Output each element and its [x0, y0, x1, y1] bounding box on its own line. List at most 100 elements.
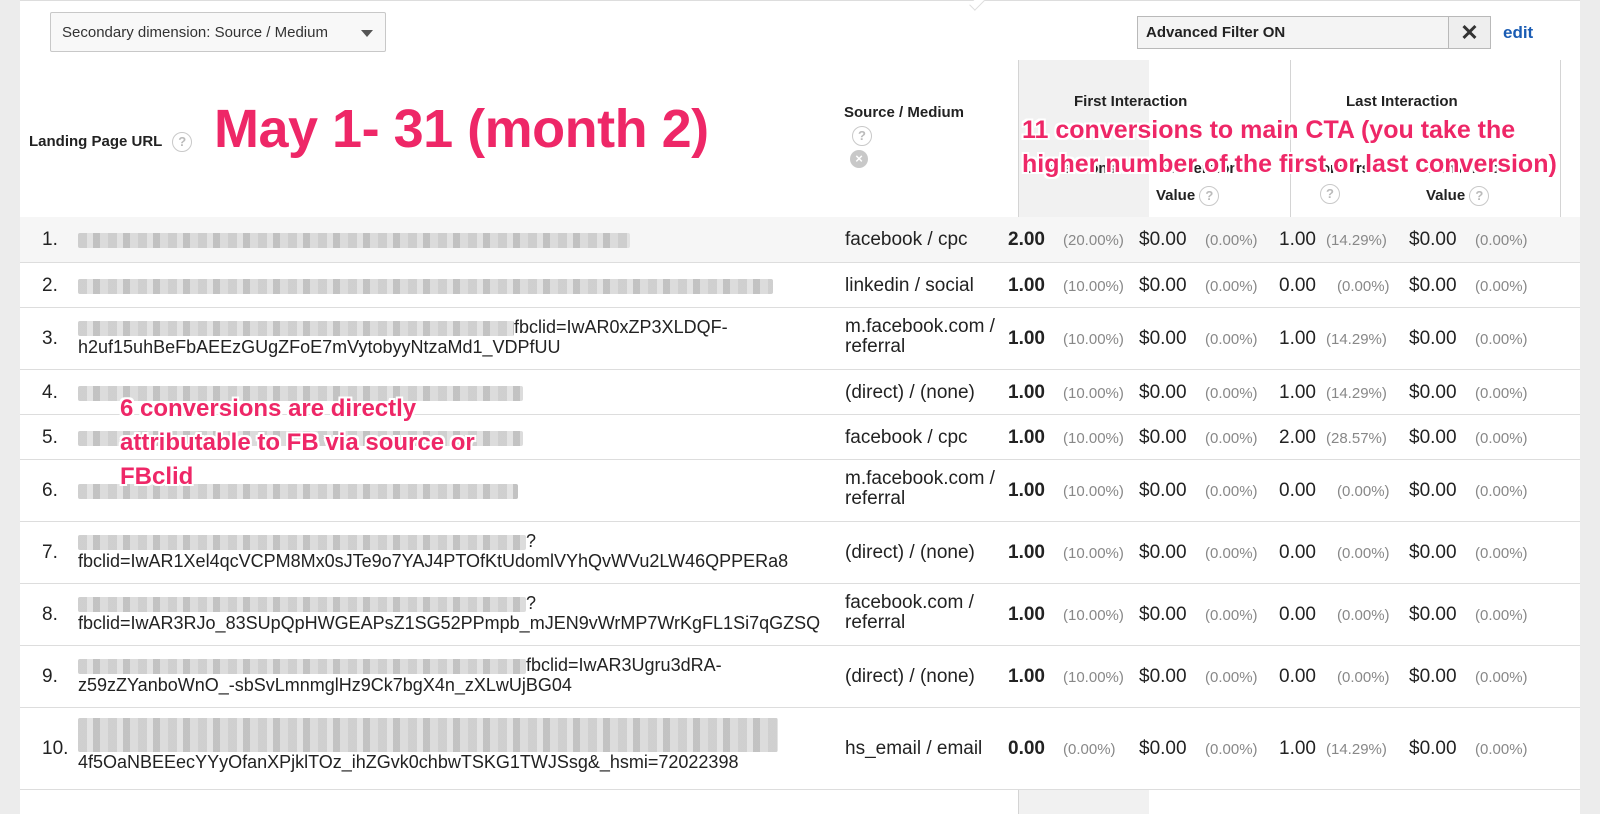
help-icon[interactable]: ? [1320, 184, 1340, 204]
source-medium[interactable]: (direct) / (none) [845, 382, 975, 404]
source-medium[interactable]: facebook.com / referral [845, 593, 1005, 633]
row-index: 3. [42, 328, 58, 349]
li-value: $0.00 [1409, 328, 1457, 349]
fi-conversions: 1.00 [1008, 480, 1045, 502]
landing-page-url[interactable]: fbclid=IwAR3Ugru3dRA- z59zZYanboWnO_-sbS… [78, 655, 722, 695]
fi-value-pct: (0.00%) [1205, 741, 1258, 758]
landing-page-url[interactable]: fbclid=IwAR0xZP3XLDQF- h2uf15uhBeFbAEEzG… [78, 317, 728, 357]
landing-page-url[interactable]: ? fbclid=IwAR1Xel4qcVCPM8Mx0sJTe9o7YAJ4P… [78, 531, 788, 571]
help-icon[interactable]: ? [1199, 186, 1220, 206]
fi-conversions-pct: (10.00%) [1063, 278, 1124, 295]
li-conversions-pct: (0.00%) [1337, 669, 1390, 686]
source-medium[interactable]: (direct) / (none) [845, 542, 975, 564]
redacted-url [78, 232, 630, 248]
table-row[interactable]: 2. linkedin / social 1.00 (10.00%) $0.00… [20, 263, 1580, 308]
redacted-url [78, 278, 773, 294]
li-value-pct: (0.00%) [1475, 483, 1528, 500]
first-interaction-header: First Interaction [1074, 93, 1188, 110]
fi-conversions: 2.00 [1008, 229, 1045, 251]
source-medium[interactable]: hs_email / email [845, 738, 982, 760]
clear-filter-button[interactable]: ✕ [1448, 16, 1491, 49]
landing-page-url[interactable]: 4f5OaNBEEecYYyOfanXPjklTOz_ihZGvk0chbwTS… [78, 718, 778, 772]
fi-conversions: 1.00 [1008, 604, 1045, 626]
source-medium[interactable]: facebook / cpc [845, 427, 968, 449]
source-medium[interactable]: m.facebook.com / referral [845, 469, 1005, 509]
li-value: $0.00 [1409, 229, 1457, 250]
landing-page-url[interactable]: ? fbclid=IwAR3RJo_83SUpQpHWGEAPsZ1SG52PP… [78, 593, 820, 633]
fi-conversions-value: 0.00 [1008, 738, 1045, 759]
fi-conversions-value: 1.00 [1008, 604, 1045, 625]
row-index: 9. [42, 666, 58, 687]
redacted-url [78, 534, 526, 550]
help-icon[interactable]: ? [172, 132, 193, 152]
li-value-pct: (0.00%) [1475, 607, 1528, 624]
fi-conversions-pct: (10.00%) [1063, 483, 1124, 500]
table-row[interactable]: 10. 4f5OaNBEEecYYyOfanXPjklTOz_ihZGvk0ch… [20, 708, 1580, 790]
li-conversions-pct: (14.29%) [1326, 741, 1387, 758]
edit-filter-link[interactable]: edit [1503, 23, 1533, 43]
source-medium[interactable]: facebook / cpc [845, 229, 968, 251]
url-part: ? [526, 531, 537, 551]
li-value: $0.00 [1409, 275, 1457, 296]
fi-conversions-pct: (10.00%) [1063, 331, 1124, 348]
fi-value: $0.00 [1139, 480, 1187, 501]
redacted-url [78, 718, 778, 752]
li-conversions-pct: (28.57%) [1326, 430, 1387, 447]
fi-conversions-pct: (20.00%) [1063, 232, 1124, 249]
li-value: $0.00 [1409, 604, 1457, 625]
advanced-filter-field[interactable]: Advanced Filter ON [1137, 16, 1449, 49]
table-row[interactable]: 1. facebook / cpc 2.00 (20.00%) $0.00 (0… [20, 217, 1580, 263]
fi-value-pct: (0.00%) [1205, 483, 1258, 500]
li-value: $0.00 [1409, 427, 1457, 448]
landing-page-header[interactable]: Landing Page URL ? [29, 132, 193, 152]
remove-dimension-icon[interactable]: × [850, 150, 868, 168]
table-row[interactable]: 3. fbclid=IwAR0xZP3XLDQF- h2uf15uhBeFbAE… [20, 308, 1580, 370]
help-icon[interactable]: ? [1469, 186, 1490, 206]
table-row[interactable]: 9. fbclid=IwAR3Ugru3dRA- z59zZYanboWnO_-… [20, 646, 1580, 708]
help-icon[interactable]: ? [852, 126, 872, 146]
url-part: ? [526, 593, 537, 613]
li-conversions-pct: (0.00%) [1337, 545, 1390, 562]
tab-notch [969, 0, 985, 11]
url-part: h2uf15uhBeFbAEEzGUgZFoE7mVytobyyNtzaMd1_… [78, 337, 561, 357]
landing-page-url[interactable] [78, 275, 773, 295]
fi-value-pct: (0.00%) [1205, 232, 1258, 249]
close-icon: ✕ [1460, 20, 1479, 45]
url-part: fbclid=IwAR1Xel4qcVCPM8Mx0sJTe9o7YAJ4PTO… [78, 551, 789, 571]
table-row[interactable]: 7. ? fbclid=IwAR1Xel4qcVCPM8Mx0sJTe9o7YA… [20, 522, 1580, 584]
source-medium[interactable]: m.facebook.com / referral [845, 317, 1005, 357]
url-part: fbclid=IwAR0xZP3XLDQF- [514, 317, 728, 337]
li-value-header[interactable]: Value ? [1426, 186, 1490, 206]
li-conversions-pct: (0.00%) [1337, 483, 1390, 500]
source-medium[interactable]: (direct) / (none) [845, 666, 975, 688]
fi-value-header[interactable]: Value ? [1156, 186, 1220, 206]
fi-conversions-value: 1.00 [1008, 427, 1045, 448]
chevron-down-icon [361, 30, 373, 37]
fi-value: $0.00 [1139, 666, 1187, 687]
annotation-right-note: 11 conversions to main CTA (you take the… [1022, 116, 1557, 178]
fi-value-pct: (0.00%) [1205, 430, 1258, 447]
landing-page-url[interactable] [78, 229, 630, 249]
source-medium[interactable]: linkedin / social [845, 275, 974, 297]
fi-value: $0.00 [1139, 738, 1187, 759]
row-index: 1. [42, 229, 58, 250]
url-part: z59zZYanboWnO_-sbSvLmnmglHz9Ck7bgX4n_zXL… [78, 675, 572, 695]
fi-value: $0.00 [1139, 328, 1187, 349]
li-conversions-pct: (0.00%) [1337, 607, 1390, 624]
fi-conversions-value: 1.00 [1008, 480, 1045, 501]
row-index: 4. [42, 382, 58, 403]
last-interaction-header: Last Interaction [1346, 93, 1458, 110]
fi-value: $0.00 [1139, 229, 1187, 250]
secondary-dimension-label: Secondary dimension: Source / Medium [62, 24, 328, 41]
li-conversions: 0.00 [1279, 480, 1316, 501]
table-row[interactable]: 8. ? fbclid=IwAR3RJo_83SUpQpHWGEAPsZ1SG5… [20, 584, 1580, 646]
source-medium-header[interactable]: Source / Medium [844, 104, 964, 121]
li-conversions: 0.00 [1279, 542, 1316, 563]
li-value-pct: (0.00%) [1475, 741, 1528, 758]
secondary-dimension-dropdown[interactable]: Secondary dimension: Source / Medium [50, 12, 386, 52]
fi-value-pct: (0.00%) [1205, 385, 1258, 402]
li-value: $0.00 [1409, 480, 1457, 501]
fi-conversions-value: 1.00 [1008, 275, 1045, 296]
row-index: 5. [42, 427, 58, 448]
fi-conversions-value: 1.00 [1008, 666, 1045, 687]
